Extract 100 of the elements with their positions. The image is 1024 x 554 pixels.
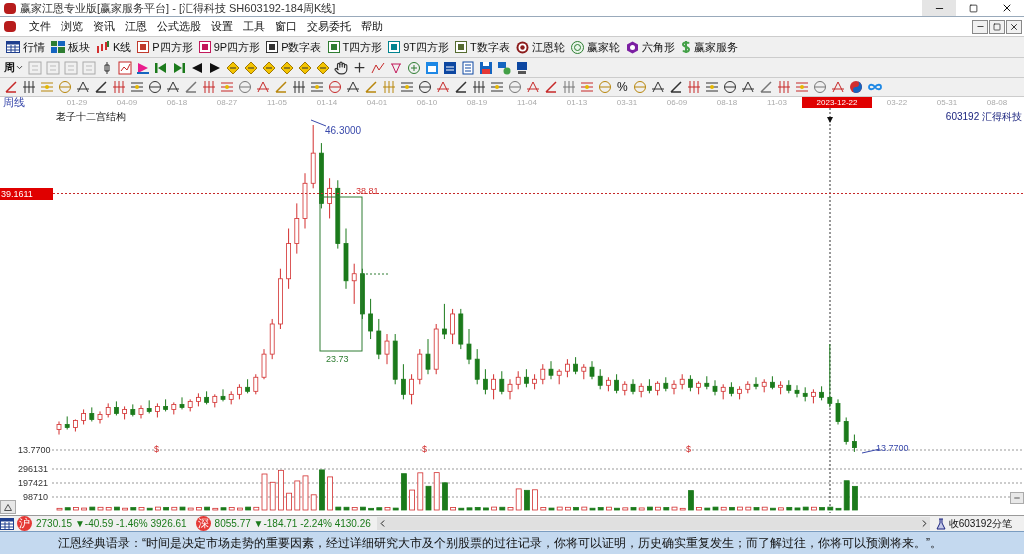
close-icon: [1009, 21, 1019, 32]
menu-item[interactable]: 公式选股: [152, 18, 206, 35]
cursor-price-tag: 39.1611: [0, 188, 53, 200]
toolbar-button[interactable]: 六角形: [625, 38, 675, 56]
yin-yang-icon[interactable]: [848, 80, 863, 94]
computer-icon[interactable]: [515, 60, 529, 75]
line-tool-icon[interactable]: [371, 60, 385, 75]
triangle-left-icon[interactable]: [190, 60, 204, 75]
candlestick: [671, 379, 677, 395]
hand-icon[interactable]: [334, 60, 348, 75]
candlestick: [835, 398, 841, 425]
toolbar-button[interactable]: 江恩轮: [515, 38, 565, 56]
drawing-tool-icon[interactable]: [740, 80, 755, 94]
toolbar-button[interactable]: 9P四方形: [198, 38, 261, 56]
toolbar-button[interactable]: K线: [96, 38, 132, 56]
save-icon[interactable]: [479, 60, 493, 75]
toolbar-button[interactable]: 板块: [51, 38, 90, 56]
drawing-tool-icon[interactable]: [94, 80, 108, 94]
drawing-tool-icon[interactable]: [650, 80, 665, 94]
date-label: 01-13: [565, 96, 589, 109]
percent-button[interactable]: %: [616, 78, 629, 96]
menu-item[interactable]: 工具: [238, 18, 270, 35]
diamond-icon[interactable]: [298, 60, 312, 75]
expand-button[interactable]: [0, 500, 16, 514]
diamond-icon[interactable]: [244, 60, 258, 75]
candlestick: [253, 373, 259, 395]
toolbar-button[interactable]: T数字表: [455, 38, 510, 56]
calculator-icon[interactable]: [443, 60, 457, 75]
volume-axis-label: 197421: [17, 477, 48, 490]
menu-item[interactable]: 设置: [206, 18, 238, 35]
drawing-tool-icon[interactable]: [76, 80, 90, 94]
menu-item[interactable]: 浏览: [56, 18, 88, 35]
diamond-icon[interactable]: [262, 60, 276, 75]
candlestick: [548, 360, 554, 380]
menu-item[interactable]: 交易委托: [302, 18, 356, 35]
candlestick: [827, 343, 833, 408]
shape-tool-icon[interactable]: [389, 60, 403, 75]
candlestick: [507, 378, 513, 400]
menu-item[interactable]: 窗口: [270, 18, 302, 35]
drawing-tool-icon[interactable]: [544, 80, 558, 94]
period-dropdown[interactable]: 周: [4, 59, 24, 76]
drawing-tool-icon[interactable]: [148, 80, 162, 94]
diamond-icon[interactable]: [226, 60, 240, 75]
toolbar-button[interactable]: 9T四方形: [388, 38, 450, 56]
drawing-tool-icon[interactable]: [292, 80, 306, 94]
drawing-tool-icon[interactable]: [722, 80, 737, 94]
flag-icon[interactable]: [136, 60, 150, 75]
candlestick: [540, 363, 546, 385]
market-badge: 沪: [17, 516, 32, 531]
drawing-tool-icon[interactable]: [4, 80, 18, 94]
skip-start-icon[interactable]: [154, 60, 168, 75]
menu-item[interactable]: 资讯: [88, 18, 120, 35]
skip-end-icon[interactable]: [172, 60, 186, 75]
drawing-tool-icon[interactable]: [668, 80, 683, 94]
menu-item[interactable]: 江恩: [120, 18, 152, 35]
drawing-tool-icon[interactable]: [418, 80, 432, 94]
candlestick-icon: [96, 41, 110, 53]
toolbar-button[interactable]: 赢家轮: [570, 38, 620, 56]
candlestick: [515, 370, 521, 390]
crosshair-icon[interactable]: [352, 60, 367, 75]
chart-icon[interactable]: [118, 60, 132, 75]
candlestick: [589, 360, 595, 380]
window-title: 赢家江恩专业版[赢家服务平台] - [汇得科技 SH603192-184周K线]: [20, 0, 336, 16]
drawing-tool-icon[interactable]: [166, 80, 180, 94]
diamond-icon[interactable]: [316, 60, 330, 75]
square-badge-icon: [266, 41, 279, 53]
triangle-up-icon: [4, 503, 12, 511]
drawing-tool-icon[interactable]: [22, 80, 36, 94]
market-badge: 深: [195, 516, 211, 531]
drawing-tool-icon[interactable]: [454, 80, 468, 94]
date-label: 05-31: [935, 96, 959, 109]
candlestick: [614, 373, 619, 394]
mdi-minimize-button[interactable]: [972, 19, 988, 34]
blocks-icon: [51, 41, 65, 53]
coin-icon: [570, 40, 584, 54]
toolbar-button[interactable]: T四方形: [327, 38, 383, 56]
triangle-right-icon[interactable]: [208, 60, 222, 75]
menu-item[interactable]: 帮助: [356, 18, 388, 35]
calendar-icon[interactable]: [425, 60, 439, 75]
drawing-tool-icon[interactable]: [346, 80, 360, 94]
candlestick: [450, 308, 455, 345]
toolbar-button[interactable]: 行情: [6, 38, 45, 56]
mdi-close-button[interactable]: [1006, 19, 1022, 34]
date-label: 2023-12-22: [802, 97, 872, 108]
diamond-icon[interactable]: [280, 60, 294, 75]
drawing-tool-icon[interactable]: [472, 80, 486, 94]
period-label: 周线: [2, 97, 26, 108]
date-label: 08-18: [715, 96, 739, 109]
mdi-restore-button[interactable]: [989, 19, 1005, 34]
app-logo-icon: [4, 2, 16, 14]
square-badge-icon: [327, 41, 340, 53]
toolbar-button[interactable]: 赢家服务: [680, 38, 738, 56]
toolbar-button[interactable]: P四方形: [137, 38, 193, 56]
toolbar-button[interactable]: P数字表: [266, 38, 322, 56]
menu-item[interactable]: 文件: [24, 18, 56, 35]
network-icon[interactable]: [497, 60, 511, 75]
index-quote: 2730.15 ▼-40.59 -1.46% 3926.61: [36, 517, 187, 531]
collapse-button[interactable]: [1010, 492, 1024, 504]
candlestick: [466, 328, 472, 365]
date-label: 08-19: [465, 96, 489, 109]
